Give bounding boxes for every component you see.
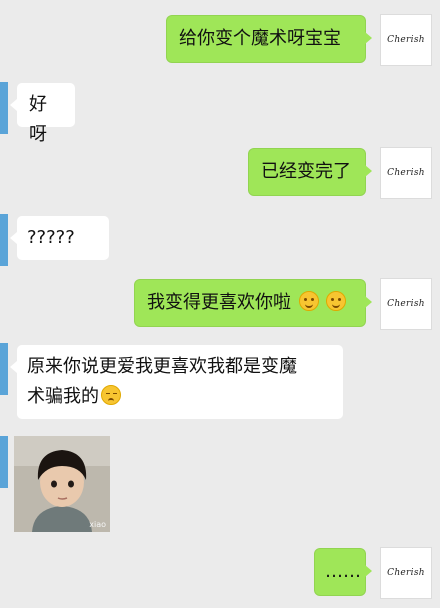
avatar-label: Cherish bbox=[387, 568, 425, 578]
photo-message[interactable]: xiao bbox=[14, 436, 110, 532]
message-text: …… bbox=[325, 561, 361, 582]
message-bubble-sent[interactable]: 给你变个魔术呀宝宝 bbox=[166, 15, 372, 63]
message-bubble-received[interactable]: ????? bbox=[10, 215, 110, 261]
smiling-face-icon bbox=[326, 291, 347, 311]
message-text: ????? bbox=[27, 227, 75, 248]
avatar[interactable] bbox=[0, 343, 8, 395]
avatar[interactable] bbox=[0, 436, 8, 488]
message-text: 给你变个魔术呀宝宝 bbox=[179, 28, 341, 49]
smiling-face-icon bbox=[298, 291, 319, 311]
child-photo-image bbox=[14, 436, 110, 532]
watermark-text: xiao bbox=[89, 520, 106, 529]
message-bubble-sent[interactable]: …… bbox=[314, 548, 372, 596]
avatar-label: Cherish bbox=[387, 299, 425, 309]
message-text: 好呀 bbox=[29, 94, 47, 145]
avatar-label: Cherish bbox=[387, 35, 425, 45]
message-text: 我变得更喜欢你啦 bbox=[147, 292, 291, 313]
message-bubble-sent[interactable]: 我变得更喜欢你啦 bbox=[134, 279, 372, 327]
message-text: 已经变完了 bbox=[261, 161, 351, 182]
avatar-label: Cherish bbox=[387, 168, 425, 178]
message-text: 术骗我的 bbox=[27, 386, 99, 407]
avatar[interactable]: Cherish bbox=[380, 14, 432, 66]
pensive-face-icon bbox=[101, 385, 121, 405]
message-text: 原来你说更爱我更喜欢我都是变魔 bbox=[27, 356, 297, 377]
avatar[interactable] bbox=[0, 82, 8, 134]
avatar[interactable]: Cherish bbox=[380, 547, 432, 599]
message-bubble-received[interactable]: 好呀 bbox=[10, 82, 76, 145]
avatar[interactable] bbox=[0, 214, 8, 266]
message-bubble-received[interactable]: 原来你说更爱我更喜欢我都是变魔 术骗我的 bbox=[10, 344, 344, 420]
avatar[interactable]: Cherish bbox=[380, 278, 432, 330]
message-bubble-sent[interactable]: 已经变完了 bbox=[248, 148, 372, 196]
message-text-line: 术骗我的 bbox=[27, 382, 333, 412]
avatar[interactable]: Cherish bbox=[380, 147, 432, 199]
